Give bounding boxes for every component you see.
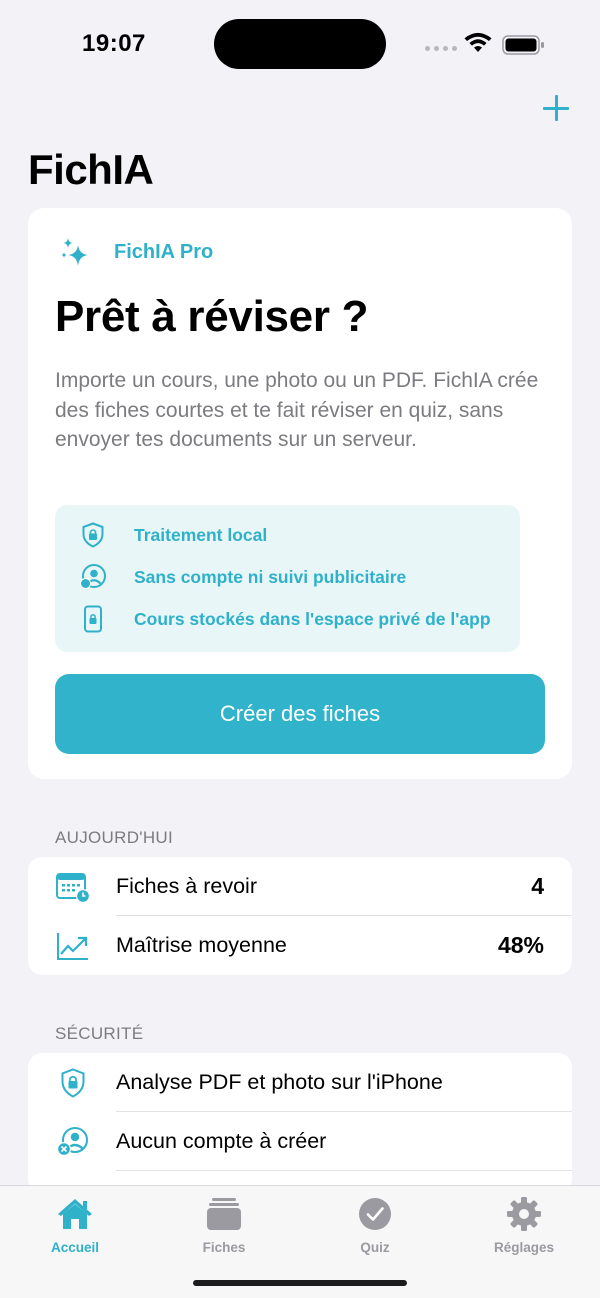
row-no-account[interactable]: Aucun compte à créer [28, 1112, 572, 1171]
sparkle-icon [61, 238, 88, 266]
person-x-icon [55, 1124, 91, 1160]
row-value: 4 [531, 873, 544, 899]
hero-description: Importe un cours, une photo ou un PDF. F… [55, 369, 539, 451]
tab-label: Fiches [202, 1240, 246, 1255]
feature-no-account: Sans compte ni suivi publicitaire [79, 563, 406, 591]
status-bar: 19:07 [0, 0, 600, 90]
feature-label: Traitement local [134, 524, 268, 545]
row-average-mastery[interactable]: Maîtrise moyenne 48% [28, 916, 572, 975]
pro-label: FichIA Pro [114, 240, 214, 263]
hero-title: Prêt à réviser ? [55, 292, 369, 341]
home-indicator [193, 1280, 407, 1286]
today-group: Fiches à revoir 4 Maîtrise moyenne 48% [28, 857, 572, 975]
row-value: 48% [497, 932, 544, 958]
pro-badge: FichIA Pro [60, 236, 213, 268]
checkmark-circle-icon [355, 1194, 395, 1234]
signal-icon [425, 46, 457, 51]
feature-label: Cours stockés dans l'espace privé de l'a… [134, 608, 491, 629]
shield-lock-icon [55, 1065, 91, 1101]
tab-label: Quiz [360, 1240, 390, 1255]
tab-label: Réglages [493, 1240, 555, 1255]
page-title: FichIA [28, 146, 154, 193]
home-icon [55, 1194, 95, 1234]
gear-icon [504, 1194, 544, 1234]
row-label: Maîtrise moyenne [116, 933, 287, 957]
section-header-security: SÉCURITÉ [55, 1024, 144, 1043]
feature-private-storage: Cours stockés dans l'espace privé de l'a… [79, 605, 491, 633]
row-local-analysis[interactable]: Analyse PDF et photo sur l'iPhone [28, 1053, 572, 1112]
feature-local: Traitement local [79, 521, 267, 549]
row-label: Analyse PDF et photo sur l'iPhone [116, 1070, 443, 1094]
calendar-clock-icon [55, 869, 91, 905]
tab-cards[interactable]: Fiches [174, 1194, 274, 1255]
divider [116, 1170, 572, 1171]
add-button[interactable] [541, 93, 571, 123]
row-label: Fiches à revoir [116, 874, 257, 898]
create-cards-button[interactable]: Créer des fiches [55, 674, 545, 754]
battery-icon [502, 35, 544, 55]
feature-label: Sans compte ni suivi publicitaire [134, 566, 407, 587]
features-box: Traitement local Sans compte ni suivi pu… [55, 505, 520, 652]
phone-lock-icon [79, 605, 107, 633]
shield-lock-icon [79, 521, 107, 549]
tab-home[interactable]: Accueil [25, 1194, 125, 1255]
chart-trend-icon [55, 928, 91, 964]
row-label: Aucun compte à créer [116, 1129, 327, 1153]
status-time: 19:07 [82, 30, 146, 57]
person-badge-icon [79, 563, 107, 591]
stack-icon [204, 1194, 244, 1234]
security-group: Analyse PDF et photo sur l'iPhone Aucun … [28, 1053, 572, 1193]
section-header-today: AUJOURD'HUI [55, 828, 173, 847]
dynamic-island [214, 19, 386, 69]
tab-label: Accueil [50, 1240, 100, 1255]
tab-settings[interactable]: Réglages [474, 1194, 574, 1255]
wifi-icon [464, 32, 492, 52]
tab-quiz[interactable]: Quiz [325, 1194, 425, 1255]
hero-card: FichIA Pro Prêt à réviser ? Importe un c… [28, 208, 572, 779]
row-cards-to-review[interactable]: Fiches à revoir 4 [28, 857, 572, 916]
